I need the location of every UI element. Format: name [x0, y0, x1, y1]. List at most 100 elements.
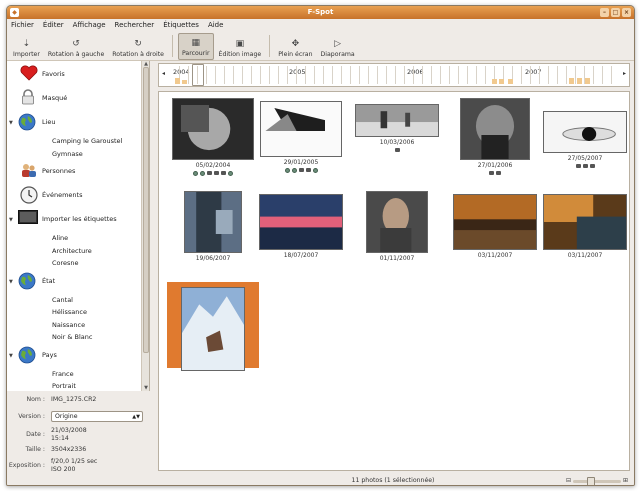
timeline-tick	[251, 66, 252, 84]
sidebar-tag-3[interactable]: Camping le Garoustel	[52, 135, 122, 148]
menu-2[interactable]: Affichage	[73, 19, 106, 31]
sidebar-scrollbar[interactable]: ▲ ▼	[141, 61, 149, 391]
timeline-tick	[359, 66, 360, 84]
expander-icon[interactable]: ▼	[9, 279, 13, 285]
sidebar-tag-14[interactable]: Naissance	[52, 319, 85, 332]
maximize-icon[interactable]: □	[611, 8, 620, 17]
sidebar-tag-16[interactable]: Pays	[42, 349, 57, 362]
date-value: 21/03/2008	[51, 427, 87, 434]
photo-thumbnail-6[interactable]: 18/07/2007	[255, 190, 347, 276]
timeline-bar	[499, 79, 504, 84]
timeline-handle[interactable]	[192, 64, 204, 86]
minimize-icon[interactable]: –	[600, 8, 609, 17]
photo-tag-emblems	[167, 171, 259, 176]
timeline-tick	[314, 66, 315, 84]
timeline-bar	[569, 78, 574, 84]
chevron-down-icon: ▲▼	[132, 414, 140, 420]
sidebar-tag-2[interactable]: Lieu	[42, 116, 56, 129]
sidebar-tag-label: Camping le Garoustel	[52, 137, 123, 145]
photo-thumbnail-5[interactable]: 19/06/2007	[167, 190, 259, 276]
sidebar-tag-10[interactable]: Coresne	[52, 257, 79, 270]
sidebar-tag-17[interactable]: France	[52, 368, 74, 381]
tag-emblem-icon	[214, 171, 219, 175]
sidebar-tag-6[interactable]: Événements	[42, 189, 82, 202]
time-value: 15:14	[51, 435, 69, 442]
sidebar-tag-1[interactable]: Masqué	[42, 92, 67, 105]
toolbar-button-6[interactable]: ▷ Diaporama	[318, 33, 358, 60]
photo-thumbnail-0[interactable]: 05/02/2004	[167, 96, 259, 182]
title-bar[interactable]: ◆ F-Spot – □ ×	[7, 6, 634, 19]
app-icon: ◆	[10, 8, 19, 17]
expander-icon[interactable]: ▼	[9, 353, 13, 359]
close-icon[interactable]: ×	[622, 8, 631, 17]
photo-thumbnail-7[interactable]: 01/11/2007	[351, 190, 443, 276]
photo-thumbnail-8[interactable]: 03/11/2007	[449, 190, 541, 276]
menu-3[interactable]: Rechercher	[115, 19, 155, 31]
sidebar-tag-7[interactable]: Importer les étiquettes	[42, 213, 117, 226]
sidebar-tag-15[interactable]: Noir & Blanc	[52, 331, 92, 344]
sidebar-tag-0[interactable]: Favoris	[42, 68, 65, 81]
tag-emblem-icon	[575, 164, 581, 168]
version-label: Version :	[18, 413, 45, 420]
toolbar-button-4[interactable]: ▣ Édition image	[216, 33, 265, 60]
menu-4[interactable]: Étiquettes	[163, 19, 199, 31]
sidebar-tag-8[interactable]: Aline	[52, 232, 68, 245]
timeline[interactable]: ◂ ▸ 2004 2005 2006 2007	[158, 63, 630, 87]
sidebar-tag-11[interactable]: État	[42, 275, 55, 288]
sidebar-tag-5[interactable]: Personnes	[42, 165, 75, 178]
timeline-tick	[521, 66, 522, 84]
photo-image	[460, 98, 530, 160]
toolbar-button-5[interactable]: ✥ Plein écran	[275, 33, 315, 60]
timeline-tick	[467, 66, 468, 84]
tag-emblem-icon	[200, 171, 205, 176]
timeline-left-icon[interactable]: ◂	[162, 70, 165, 77]
sidebar-tag-18[interactable]: Portrait	[52, 380, 76, 391]
photo-date: 01/11/2007	[379, 255, 415, 262]
timeline-tick	[611, 66, 612, 84]
timeline-tick	[287, 66, 288, 84]
menu-1[interactable]: Éditer	[43, 19, 64, 31]
sidebar-tag-13[interactable]: Hélissance	[52, 306, 87, 319]
toolbar-button-2[interactable]: ↻ Rotation à droite	[109, 33, 167, 60]
photo-image	[453, 194, 537, 250]
expander-icon[interactable]: ▼	[9, 120, 13, 126]
timeline-tick	[260, 66, 261, 84]
toolbar-button-1[interactable]: ↺ Rotation à gauche	[45, 33, 107, 60]
rotate-left-icon: ↺	[72, 39, 80, 49]
timeline-right-icon[interactable]: ▸	[623, 70, 626, 77]
tag-emblem-icon	[489, 171, 494, 175]
expander-icon[interactable]: ▼	[9, 217, 13, 223]
toolbar-button-0[interactable]: ⇣ Importer	[10, 33, 43, 60]
tag-emblem-icon	[228, 171, 233, 176]
photo-thumbnail-9[interactable]: 03/11/2007	[539, 190, 631, 276]
zoom-slider-knob[interactable]	[587, 476, 596, 485]
menu-0[interactable]: Fichier	[11, 19, 34, 31]
timeline-tick	[197, 66, 198, 84]
sidebar-tag-9[interactable]: Architecture	[52, 245, 92, 258]
scrollbar-thumb[interactable]	[143, 67, 149, 353]
timeline-tick	[476, 66, 477, 84]
iso-value: ISO 200	[51, 466, 76, 473]
photo-thumbnail-2[interactable]: 10/03/2006	[351, 96, 443, 182]
zoom-slider[interactable]	[573, 476, 621, 485]
photo-date: 21/03/2008	[195, 373, 231, 380]
timeline-year[interactable]: 2005	[289, 68, 306, 76]
toolbar-button-3[interactable]: ▦ Parcourir	[177, 33, 214, 60]
sidebar-tag-4[interactable]: Gymnase	[52, 148, 83, 161]
photo-thumbnail-1[interactable]: 29/01/2005	[255, 96, 347, 182]
sidebar-tag-label: Hélissance	[52, 308, 87, 316]
photo-thumbnail-10[interactable]: 21/03/2008	[167, 282, 259, 380]
timeline-tick	[557, 66, 558, 84]
timeline-tick	[332, 66, 333, 84]
version-select[interactable]: Origine ▲▼	[51, 411, 143, 422]
timeline-bar	[508, 79, 513, 84]
photo-thumbnail-3[interactable]: 27/01/2006	[449, 96, 541, 182]
slideshow-icon: ▷	[334, 39, 342, 49]
photo-thumbnail-4[interactable]: 27/05/2007	[539, 96, 631, 182]
zoom-in-icon[interactable]: ⊞	[623, 475, 628, 485]
sidebar-tag-12[interactable]: Cantal	[52, 294, 73, 307]
menu-5[interactable]: Aide	[208, 19, 223, 31]
tag-emblem-icon	[291, 168, 297, 173]
zoom-out-icon[interactable]: ⊟	[566, 475, 571, 485]
window-controls: – □ ×	[600, 8, 631, 17]
